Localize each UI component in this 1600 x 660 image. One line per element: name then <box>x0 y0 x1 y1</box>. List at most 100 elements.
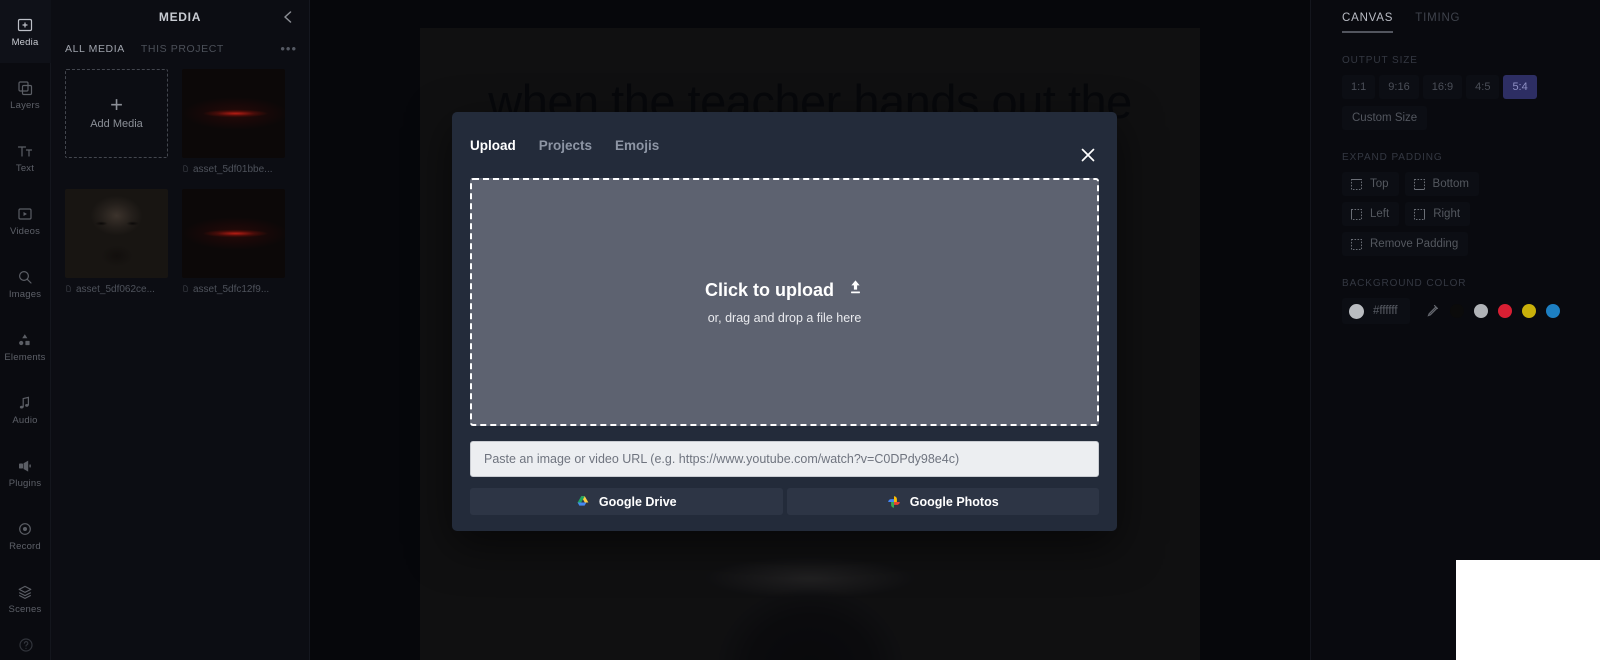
ratio-5-4[interactable]: 5:4 <box>1503 75 1537 99</box>
asset-thumbnail[interactable] <box>182 69 285 158</box>
asset-caption: asset_5df01bbe... <box>182 164 285 175</box>
asset-caption-text: asset_5df01bbe... <box>193 164 273 175</box>
swatch-red[interactable] <box>1497 304 1512 318</box>
pad-top-icon <box>1350 178 1363 191</box>
padding-row-3: Remove Padding <box>1342 232 1582 256</box>
asset-thumbnail[interactable] <box>182 189 285 278</box>
upload-modal-tabs: Upload Projects Emojis <box>470 112 1099 178</box>
modal-tab-projects[interactable]: Projects <box>539 138 592 153</box>
background-color-title: BACKGROUND COLOR <box>1342 278 1467 289</box>
rail-item-plugins[interactable]: Plugins <box>0 441 51 504</box>
swatch-gray[interactable] <box>1473 304 1488 318</box>
background-color-row: #ffffff <box>1342 298 1582 324</box>
tab-this-project[interactable]: THIS PROJECT <box>141 43 224 55</box>
swatch-blue[interactable] <box>1545 304 1560 318</box>
tab-canvas[interactable]: CANVAS <box>1342 12 1394 33</box>
images-icon <box>16 268 34 286</box>
media-panel-title: MEDIA <box>158 10 202 24</box>
upload-modal: Upload Projects Emojis Click to upload o… <box>452 112 1117 531</box>
asset-caption: asset_5dfc12f9... <box>182 284 285 295</box>
asset-caption-text: asset_5dfc12f9... <box>193 284 270 295</box>
padding-right-button[interactable]: Right <box>1405 202 1471 226</box>
padding-right-label: Right <box>1433 208 1461 220</box>
modal-tab-upload[interactable]: Upload <box>470 138 516 153</box>
help-icon[interactable] <box>17 636 35 654</box>
asset-thumbnail[interactable] <box>65 189 168 278</box>
media-panel-tabs: ALL MEDIA THIS PROJECT ••• <box>51 34 309 55</box>
padding-top-button[interactable]: Top <box>1342 172 1399 196</box>
videos-icon <box>16 205 34 223</box>
dropzone-primary: Click to upload <box>705 279 864 301</box>
padding-row-1: Top Bottom <box>1342 172 1582 196</box>
google-drive-button[interactable]: Google Drive <box>470 488 783 515</box>
media-asset-item[interactable]: asset_5df01bbe... <box>182 69 285 175</box>
provider-buttons: Google Drive Google Photos <box>470 488 1099 515</box>
ratio-4-5[interactable]: 4:5 <box>1466 75 1500 99</box>
bottom-right-white-panel <box>1456 560 1600 660</box>
tab-timing[interactable]: TIMING <box>1415 12 1460 33</box>
rail-item-elements[interactable]: Elements <box>0 315 51 378</box>
more-horizontal-icon[interactable]: ••• <box>280 42 297 55</box>
background-color-chip[interactable]: #ffffff <box>1342 298 1410 324</box>
ratio-1-1[interactable]: 1:1 <box>1342 75 1376 99</box>
rail-label: Plugins <box>8 477 42 489</box>
rail-label: Elements <box>4 351 46 363</box>
google-photos-button[interactable]: Google Photos <box>786 488 1099 515</box>
google-photos-icon <box>887 495 901 509</box>
padding-bottom-button[interactable]: Bottom <box>1404 172 1479 196</box>
modal-tab-emojis[interactable]: Emojis <box>615 138 659 153</box>
rail-item-images[interactable]: Images <box>0 252 51 315</box>
custom-size-button[interactable]: Custom Size <box>1342 106 1428 130</box>
padding-left-button[interactable]: Left <box>1342 202 1400 226</box>
rail-label: Media <box>11 36 39 48</box>
media-panel-header: MEDIA <box>51 0 309 34</box>
remove-padding-label: Remove Padding <box>1370 238 1459 250</box>
url-input[interactable] <box>470 441 1099 477</box>
rail-label: Layers <box>10 99 40 111</box>
chevron-left-icon[interactable] <box>279 8 297 26</box>
padding-top-label: Top <box>1370 178 1389 190</box>
background-color-hex: #ffffff <box>1373 305 1398 317</box>
upload-dropzone[interactable]: Click to upload or, drag and drop a file… <box>470 178 1099 426</box>
ratio-9-16[interactable]: 9:16 <box>1379 75 1419 99</box>
plus-icon: + <box>110 92 123 117</box>
rail-item-media[interactable]: Media <box>0 0 51 63</box>
media-asset-item[interactable]: asset_5dfc12f9... <box>182 189 285 295</box>
eyedropper-icon[interactable] <box>1424 303 1440 319</box>
rail-item-text[interactable]: Text <box>0 126 51 189</box>
file-icon <box>182 164 189 175</box>
rail-label: Scenes <box>8 603 42 615</box>
rail-label: Images <box>8 288 42 300</box>
pad-remove-icon <box>1350 238 1363 251</box>
remove-padding-button[interactable]: Remove Padding <box>1342 232 1469 256</box>
plugins-icon <box>16 457 34 475</box>
audio-icon <box>16 394 34 412</box>
asset-caption: asset_5df062ce... <box>65 284 168 295</box>
rail-item-videos[interactable]: Videos <box>0 189 51 252</box>
swatch-black[interactable] <box>1449 304 1464 318</box>
add-media-button[interactable]: + Add Media <box>65 69 168 158</box>
file-icon <box>65 284 72 295</box>
padding-bottom-label: Bottom <box>1432 178 1469 190</box>
padding-row-2: Left Right <box>1342 202 1582 226</box>
media-grid: + Add Media asset_5df01bbe... asset_5df0… <box>51 55 309 295</box>
media-asset-item[interactable]: asset_5df062ce... <box>65 189 168 295</box>
ratio-16-9[interactable]: 16:9 <box>1422 75 1463 99</box>
google-drive-icon <box>576 495 590 509</box>
swatch-yellow[interactable] <box>1521 304 1536 318</box>
elements-icon <box>16 331 34 349</box>
record-icon <box>16 520 34 538</box>
scenes-icon <box>16 583 34 601</box>
dropzone-title: Click to upload <box>704 279 834 300</box>
expand-padding-title: EXPAND PADDING <box>1342 152 1443 163</box>
rail-item-scenes[interactable]: Scenes <box>0 567 51 630</box>
close-icon[interactable] <box>1077 144 1099 166</box>
add-media-label: Add Media <box>90 118 143 130</box>
rail-item-record[interactable]: Record <box>0 504 51 567</box>
rail-item-layers[interactable]: Layers <box>0 63 51 126</box>
rail-label: Text <box>15 162 35 174</box>
tab-all-media[interactable]: ALL MEDIA <box>65 43 125 55</box>
rail-item-audio[interactable]: Audio <box>0 378 51 441</box>
background-color-swatch <box>1349 303 1364 319</box>
rail-bottom <box>0 636 51 654</box>
